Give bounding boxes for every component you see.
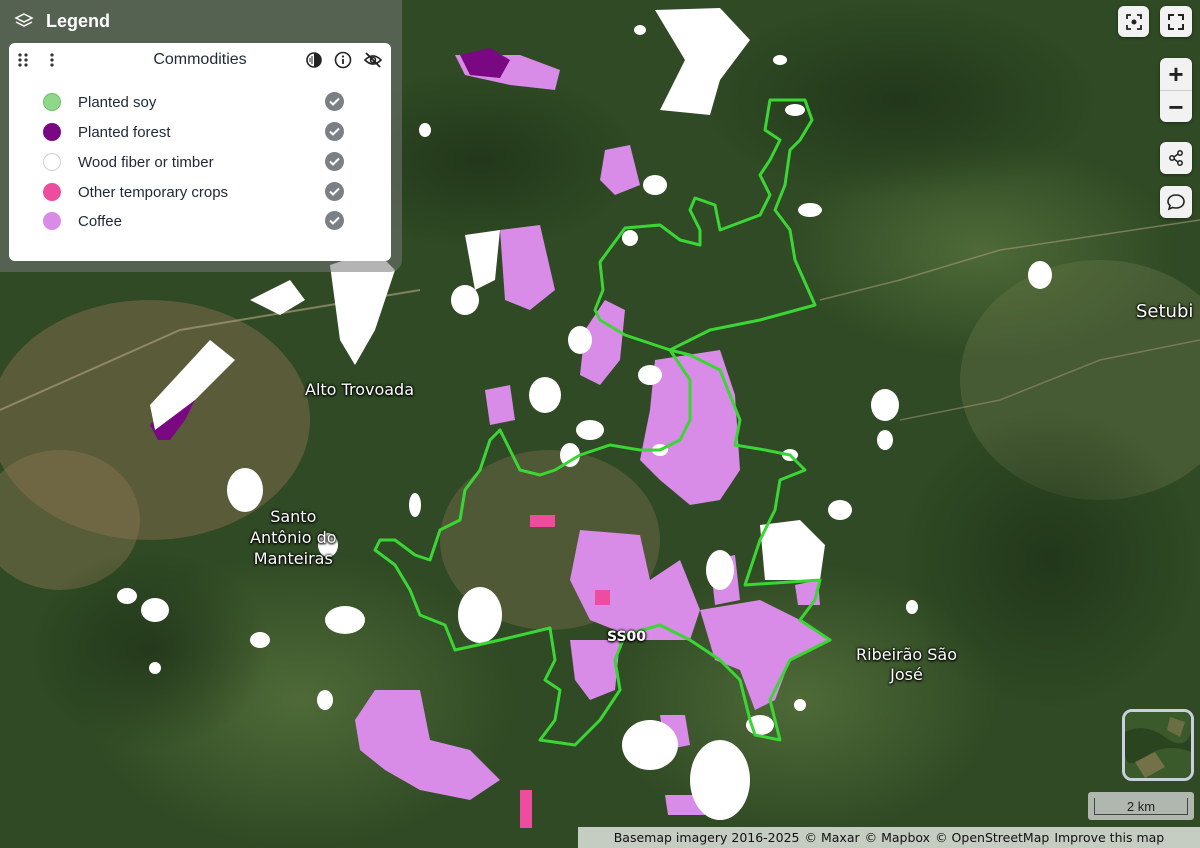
attribution-maxar[interactable]: © Maxar	[805, 830, 860, 845]
wood-fiber-swatch	[43, 153, 61, 171]
visibility-check-icon[interactable]	[325, 182, 344, 201]
attribution-mapbox[interactable]: © Mapbox	[865, 830, 930, 845]
comment-icon	[1167, 194, 1185, 211]
comment-button[interactable]	[1160, 186, 1192, 218]
legend-item-label: Planted forest	[78, 123, 171, 141]
place-label-setubi: Setubi	[1136, 301, 1194, 322]
basemap-switcher-thumbnail[interactable]	[1122, 709, 1194, 781]
legend-item-label: Other temporary crops	[78, 183, 229, 201]
attribution-basemap: Basemap imagery 2016-2025	[613, 830, 800, 845]
place-label-alto-trovoada: Alto Trovoada	[305, 380, 414, 399]
opacity-icon[interactable]	[305, 51, 323, 69]
zoom-out-button[interactable]: −	[1160, 91, 1192, 123]
hide-layer-icon[interactable]	[363, 51, 383, 69]
legend-item-planted-soy: Planted soy	[43, 91, 156, 113]
zoom-in-button[interactable]: +	[1160, 58, 1192, 90]
layers-icon[interactable]	[14, 11, 34, 31]
place-label-ribeirao-sao-jose: Ribeirão São José	[856, 645, 958, 684]
legend-card-commodities: Commodities Planted soy Planted forest W…	[9, 43, 391, 261]
place-label-ss00: SS00	[607, 629, 647, 645]
improve-map-link[interactable]: Improve this map	[1054, 830, 1164, 845]
recenter-icon	[1125, 13, 1142, 30]
share-icon	[1169, 150, 1183, 166]
place-label-santo-antonio: Santo Antônio do Manteiras	[250, 507, 337, 568]
legend-header[interactable]: Legend	[14, 8, 110, 34]
map-attribution: Basemap imagery 2016-2025 © Maxar © Mapb…	[578, 827, 1200, 848]
share-button[interactable]	[1160, 142, 1192, 174]
legend-panel: Legend Commodities Planted soy Planted f…	[0, 0, 402, 272]
visibility-check-icon[interactable]	[325, 211, 344, 230]
fullscreen-icon	[1168, 13, 1184, 30]
legend-title: Legend	[46, 10, 111, 31]
legend-item-coffee: Coffee	[43, 210, 122, 232]
other-crops-swatch	[43, 183, 61, 201]
fullscreen-button[interactable]	[1160, 6, 1192, 37]
planted-soy-swatch	[43, 93, 61, 111]
legend-item-planted-forest: Planted forest	[43, 121, 171, 143]
visibility-check-icon[interactable]	[325, 122, 344, 141]
legend-item-wood-fiber: Wood fiber or timber	[43, 151, 214, 173]
scale-bar: 2 km	[1088, 792, 1194, 820]
visibility-check-icon[interactable]	[325, 92, 344, 111]
recenter-button[interactable]	[1118, 6, 1149, 37]
info-icon[interactable]	[334, 51, 352, 69]
legend-item-other-temporary-crops: Other temporary crops	[43, 181, 228, 203]
card-header: Commodities	[9, 43, 391, 77]
planted-forest-swatch	[43, 123, 61, 141]
legend-item-label: Coffee	[78, 212, 122, 230]
zoom-control: + −	[1160, 58, 1192, 122]
legend-item-label: Wood fiber or timber	[78, 153, 214, 171]
scale-label: 2 km	[1094, 798, 1188, 815]
legend-item-label: Planted soy	[78, 93, 157, 111]
attribution-osm[interactable]: © OpenStreetMap	[935, 830, 1049, 845]
coffee-swatch	[43, 212, 61, 230]
visibility-check-icon[interactable]	[325, 152, 344, 171]
